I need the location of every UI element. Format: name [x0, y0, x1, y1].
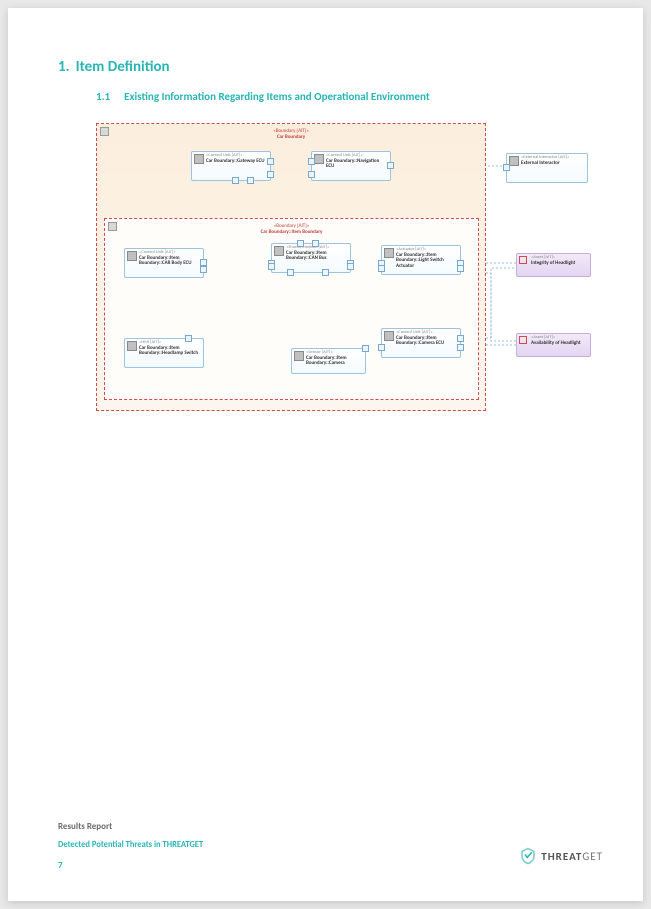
node-gateway-ecu: «Control Unit [AIT]» Car Boundary::Gatew…: [191, 151, 271, 181]
shared-medium-icon: [274, 246, 284, 256]
asset-integrity: «Asset [AIT]» Integrity of Headlight: [516, 253, 591, 277]
item-boundary-label: «Boundary [AIT]» Car Boundary::Item Boun…: [105, 224, 478, 235]
port: [247, 177, 254, 184]
heading-2: 1.1 Existing Information Regarding Items …: [96, 90, 603, 103]
port: [457, 265, 464, 272]
hmi-icon: [127, 341, 137, 351]
port: [308, 171, 315, 178]
port: [267, 158, 274, 165]
port: [268, 263, 275, 270]
port: [457, 344, 464, 351]
port: [362, 345, 369, 352]
node-camera: «Sensor [AIT]» Car Boundary::Item Bounda…: [291, 348, 366, 374]
control-unit-icon: [194, 154, 204, 164]
interactor-icon: [509, 156, 519, 166]
footer-title: Results Report: [58, 821, 603, 832]
node-car-body-ecu: «Control Unit [AIT]» Car Boundary::Item …: [124, 248, 204, 278]
port: [200, 259, 207, 266]
logo-mark-icon: [519, 847, 537, 865]
control-unit-icon: [384, 331, 394, 341]
car-boundary-label: «Boundary [AIT]» Car Boundary: [97, 129, 485, 140]
port: [308, 158, 315, 165]
brand-logo: THREATGET: [519, 847, 603, 865]
asset-icon: [519, 256, 527, 264]
node-external-interactor: «External Interactor [AIT]» External Int…: [506, 153, 588, 183]
node-can-bus: «Shared Medium [AIT]» Car Boundary::Item…: [271, 243, 351, 273]
port: [387, 162, 394, 169]
node-camera-ecu: «Control Unit [AIT]» Car Boundary::Item …: [381, 328, 461, 358]
node-light-actuator: «Actuator [AIT]» Car Boundary::Item Boun…: [381, 245, 461, 275]
heading-1: 1. Item Definition: [58, 58, 603, 76]
system-diagram: «Boundary [AIT]» Car Boundary «Control U…: [96, 123, 596, 413]
heading-2-number: 1.1: [96, 90, 110, 103]
heading-2-text: Existing Information Regarding Items and…: [124, 90, 430, 103]
heading-1-text: Item Definition: [76, 58, 170, 76]
port: [378, 265, 385, 272]
heading-1-number: 1.: [58, 58, 70, 76]
port: [312, 240, 319, 247]
node-headlamp-switch: «HMI [AIT]» Car Boundary::Item Boundary:…: [124, 338, 204, 368]
control-unit-icon: [127, 251, 137, 261]
port: [457, 335, 464, 342]
control-unit-icon: [314, 154, 324, 164]
logo-text: THREATGET: [541, 850, 603, 863]
port: [503, 164, 510, 171]
sensor-icon: [294, 351, 304, 361]
asset-availability: «Asset [AIT]» Availability of Headlight: [516, 333, 591, 357]
port: [347, 263, 354, 270]
port: [232, 177, 239, 184]
port: [322, 269, 329, 276]
port: [378, 344, 385, 351]
port: [185, 335, 192, 342]
port: [200, 266, 207, 273]
page-footer: Results Report Detected Potential Threat…: [58, 821, 603, 871]
port: [267, 171, 274, 178]
asset-icon: [519, 336, 527, 344]
port: [287, 269, 294, 276]
node-navigation-ecu: «Control Unit [AIT]» Car Boundary::Navig…: [311, 151, 391, 181]
actuator-icon: [384, 248, 394, 258]
port: [297, 240, 304, 247]
report-page: 1. Item Definition 1.1 Existing Informatio…: [8, 8, 643, 901]
